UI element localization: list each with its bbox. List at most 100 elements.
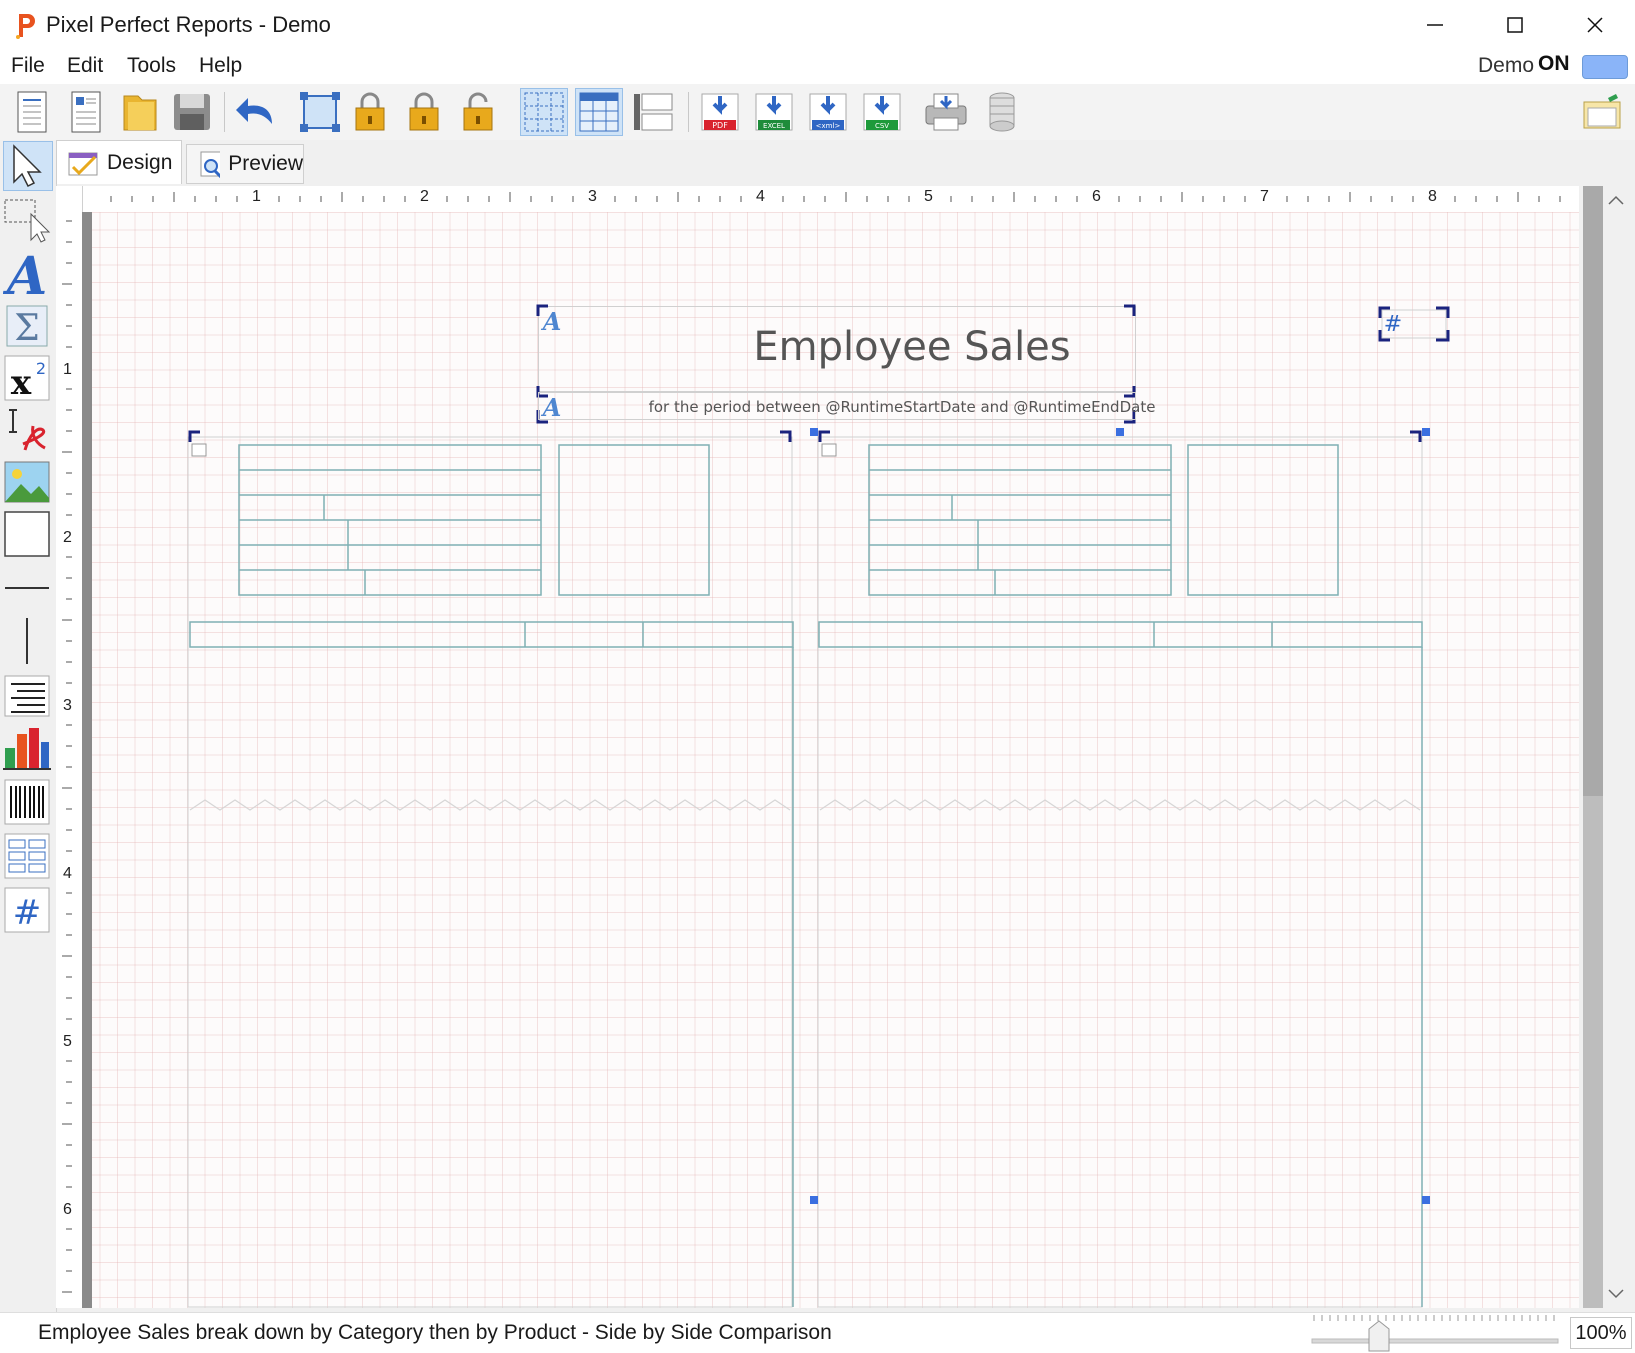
formula-tool[interactable]: x2 — [3, 354, 53, 404]
size-to-fit-button[interactable] — [296, 88, 344, 136]
toolbar: PDF EXCEL <xml> CSV — [0, 84, 1635, 140]
scroll-down-icon[interactable] — [1607, 1288, 1625, 1300]
database-button[interactable] — [978, 88, 1026, 136]
hruler-label-5: 5 — [924, 188, 933, 205]
view-tabs: Design Preview — [56, 140, 1635, 184]
left-subreport[interactable] — [187, 430, 793, 1308]
print-button[interactable] — [922, 88, 970, 136]
excel-label: EXCEL — [763, 122, 785, 130]
tab-design[interactable]: Design — [56, 140, 182, 184]
demo-toggle-switch[interactable] — [1582, 55, 1628, 79]
unlock-icon — [463, 92, 493, 131]
unlock-button[interactable] — [454, 88, 502, 136]
undo-button[interactable] — [232, 88, 280, 136]
minimize-icon — [1427, 24, 1443, 26]
tab-preview-label: Preview — [228, 152, 303, 175]
menu-tools[interactable]: Tools — [123, 54, 180, 78]
lock-all-button[interactable] — [348, 88, 396, 136]
vertical-line-icon — [26, 618, 28, 670]
table-tool[interactable] — [3, 832, 53, 882]
menu-file[interactable]: File — [7, 54, 49, 78]
export-pdf-icon: PDF — [701, 93, 739, 131]
save-button[interactable] — [168, 88, 216, 136]
vertical-ruler: 1 2 3 4 5 6 — [56, 186, 83, 1308]
vruler-label-2: 2 — [63, 529, 72, 546]
zoom-level[interactable]: 100% — [1570, 1317, 1632, 1349]
lock-button[interactable] — [400, 88, 448, 136]
vertical-scrollbar[interactable] — [1579, 186, 1635, 1308]
snap-grid-icon — [579, 92, 619, 132]
image-icon — [4, 461, 50, 503]
xml-label: <xml> — [816, 122, 841, 130]
left-detail-table[interactable] — [189, 444, 794, 1307]
maximize-button[interactable] — [1475, 0, 1555, 50]
export-csv-icon: CSV — [863, 93, 901, 131]
hruler-label-2: 2 — [420, 188, 429, 205]
scroll-up-icon[interactable] — [1607, 194, 1625, 206]
svg-text:x: x — [11, 363, 32, 402]
pdf-field-tool[interactable] — [3, 406, 53, 456]
save-icon — [174, 94, 210, 130]
scroll-thumb[interactable] — [1583, 186, 1603, 796]
pdf-field-icon — [9, 409, 46, 451]
rich-text-tool[interactable] — [3, 672, 53, 722]
export-excel-button[interactable]: EXCEL — [750, 88, 798, 136]
svg-text:Σ: Σ — [14, 308, 39, 349]
demo-label: Demo — [1478, 54, 1535, 77]
close-button[interactable] — [1555, 0, 1635, 50]
image-tool[interactable] — [3, 458, 53, 508]
vertical-ruler-ticks — [62, 220, 72, 1293]
align-lines-icon — [4, 675, 50, 717]
menu-bar: File Edit Tools Help — [0, 50, 1635, 84]
zoom-slider-thumb[interactable] — [1368, 1320, 1390, 1352]
export-pdf-button[interactable]: PDF — [696, 88, 744, 136]
right-detail-table[interactable] — [818, 444, 1423, 1307]
design-canvas[interactable]: A Employee Sales A for the period betwee… — [82, 212, 1579, 1308]
page-number-tool[interactable]: # — [3, 886, 53, 936]
hruler-label-1: 1 — [252, 188, 261, 205]
data-sources-button[interactable] — [1578, 88, 1626, 136]
open-button[interactable] — [116, 88, 164, 136]
horizontal-line-tool[interactable] — [3, 564, 53, 614]
barcode-tool[interactable] — [3, 778, 53, 828]
export-xml-button[interactable]: <xml> — [804, 88, 852, 136]
tab-preview[interactable]: Preview — [186, 144, 304, 184]
printer-icon — [925, 93, 967, 131]
sigma-icon: Σ — [6, 305, 48, 349]
vertical-line-tool[interactable] — [3, 616, 53, 670]
menu-edit[interactable]: Edit — [63, 54, 107, 78]
page-layout-button[interactable] — [630, 88, 678, 136]
undo-icon — [236, 98, 272, 124]
aggregate-tool[interactable]: Σ — [3, 302, 53, 352]
show-grid-button[interactable] — [520, 88, 568, 136]
text-tool[interactable]: A — [2, 246, 53, 307]
vruler-label-6: 6 — [63, 1201, 72, 1218]
left-page-break — [189, 799, 791, 811]
superscript-icon: x2 — [4, 355, 50, 403]
chart-tool[interactable] — [3, 724, 53, 774]
marquee-select-tool[interactable] — [3, 196, 53, 246]
report-wizard-button[interactable] — [62, 88, 110, 136]
menu-help[interactable]: Help — [195, 54, 246, 78]
hruler-label-3: 3 — [588, 188, 597, 205]
minimize-button[interactable] — [1395, 0, 1475, 50]
folder-edit-icon — [1583, 94, 1621, 129]
csv-label: CSV — [875, 122, 889, 130]
new-report-button[interactable] — [8, 88, 56, 136]
right-subreport[interactable] — [817, 430, 1423, 1308]
pointer-arrow-icon — [13, 144, 42, 188]
tool-palette: A Σ x2 # — [0, 140, 57, 1312]
close-icon — [1587, 17, 1603, 33]
rectangle-tool[interactable] — [3, 510, 53, 560]
svg-text:#: # — [13, 893, 42, 933]
horizontal-line-icon — [5, 587, 49, 589]
snap-to-grid-button[interactable] — [575, 88, 623, 136]
pointer-tool[interactable] — [3, 141, 53, 191]
database-icon — [989, 92, 1015, 132]
zoom-slider[interactable] — [1310, 1313, 1562, 1353]
export-csv-button[interactable]: CSV — [858, 88, 906, 136]
pdf-label: PDF — [712, 121, 728, 130]
bar-chart-icon — [3, 728, 51, 770]
demo-state: ON — [1538, 52, 1570, 75]
grid-icon — [524, 92, 564, 132]
